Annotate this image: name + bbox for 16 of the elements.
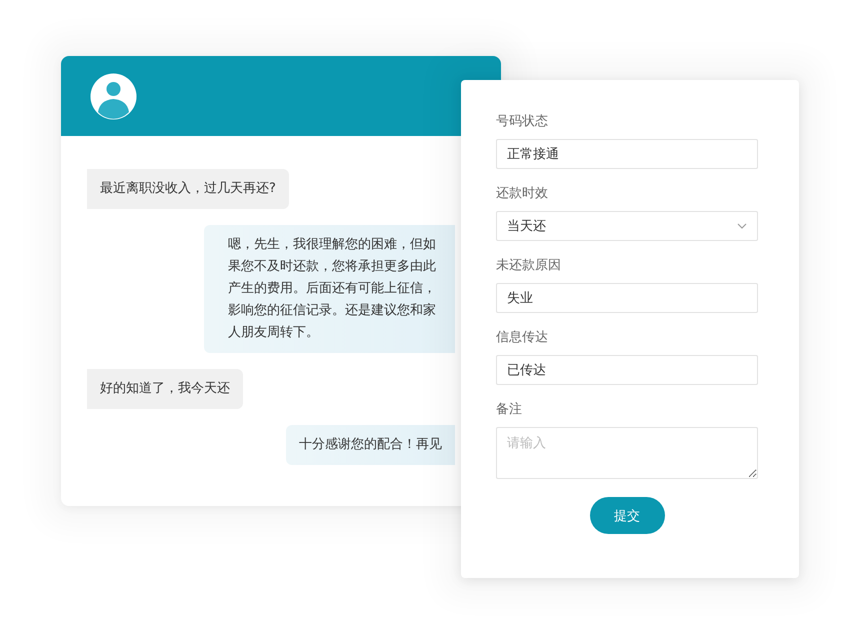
field-label: 未还款原因 (496, 258, 562, 274)
input-field[interactable]: 正常接通 (496, 139, 758, 169)
input-field[interactable]: 已传达 (496, 355, 758, 385)
field-label: 信息传达 (496, 330, 549, 346)
field-label: 还款时效 (496, 186, 549, 202)
select-field[interactable]: 当天还 (496, 211, 758, 241)
sent-message: 十分感谢您的配合！再见 (286, 425, 455, 465)
sent-message: 嗯，先生，我很理解您的困难，但如果您不及时还款，您将承担更多由此产生的费用。后面还有可能上征信，影响您的征信记录。还是建议您和家人朋友周转下。 (204, 225, 455, 353)
received-message: 好的知道了，我今天还 (87, 369, 243, 409)
chevron-down-icon (737, 223, 747, 229)
received-message: 最近离职没收入，过几天再还? (87, 169, 289, 209)
field-label: 号码状态 (496, 114, 549, 130)
avatar-icon (90, 72, 137, 120)
field-label: 备注 (496, 402, 523, 418)
input-field[interactable]: 失业 (496, 283, 758, 313)
remarks-field[interactable]: 请输入 (496, 427, 758, 479)
